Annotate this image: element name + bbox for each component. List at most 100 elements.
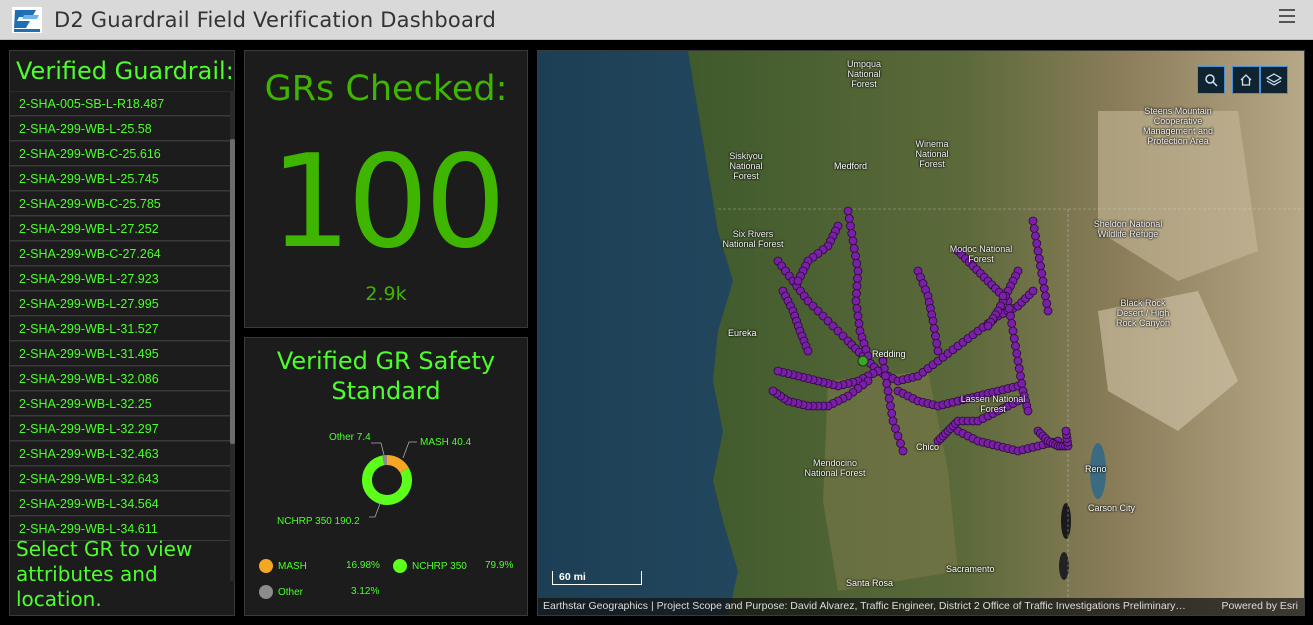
guardrail-point[interactable] [891, 424, 900, 433]
page-title: D2 Guardrail Field Verification Dashboar… [54, 7, 497, 32]
list-item[interactable]: 2-SHA-299-WB-L-31.495 [10, 341, 230, 366]
guardrail-point[interactable] [851, 251, 860, 261]
guardrail-point[interactable] [1017, 379, 1027, 388]
guardrail-point[interactable] [852, 259, 862, 268]
guardrail-point[interactable] [1039, 284, 1049, 293]
list-item[interactable]: 2-SHA-299-WB-L-25.58 [10, 116, 230, 141]
guardrail-point[interactable] [1036, 261, 1045, 271]
list-item[interactable]: 2-SHA-299-WB-L-31.527 [10, 316, 230, 341]
layers-icon [1266, 73, 1282, 86]
list-item[interactable]: 2-SHA-299-WB-L-27.252 [10, 216, 230, 241]
guardrail-point[interactable] [852, 289, 861, 298]
hamburger-menu-icon[interactable] [1279, 9, 1295, 29]
guardrail-point[interactable] [1028, 286, 1038, 296]
guardrail-point[interactable] [1061, 426, 1071, 436]
verified-guardrail-point[interactable] [857, 355, 869, 367]
guardrail-point[interactable] [898, 446, 908, 456]
guardrail-point[interactable] [1041, 291, 1050, 301]
map-attribution: Earthstar Geographics | Project Scope an… [538, 598, 1304, 615]
guardrail-point[interactable] [1038, 276, 1048, 286]
guardrail-point[interactable] [881, 371, 890, 381]
map-view[interactable]: Umpqua National Forest Steens Mountain C… [537, 50, 1305, 616]
guardrail-point[interactable] [998, 291, 1008, 301]
list-scrollbar-thumb[interactable] [230, 139, 235, 444]
guardrail-point[interactable] [983, 321, 993, 331]
map-layers-button[interactable] [1260, 66, 1288, 94]
guardrail-point[interactable] [888, 416, 898, 426]
guardrail-point[interactable] [1007, 319, 1017, 328]
map-search-button[interactable] [1197, 66, 1225, 94]
list-item[interactable]: 2-SHA-299-WB-L-27.923 [10, 266, 230, 291]
list-item[interactable]: 2-SHA-299-WB-L-32.297 [10, 416, 230, 441]
list-item[interactable]: 2-SHA-299-WB-C-27.264 [10, 241, 230, 266]
guardrail-point[interactable] [886, 401, 895, 411]
guardrail-point[interactable] [853, 274, 862, 283]
guardrail-point[interactable] [1008, 326, 1018, 336]
guardrail-point[interactable] [1014, 364, 1024, 373]
guardrail-point[interactable] [1043, 306, 1053, 316]
list-scrollbar[interactable] [230, 91, 235, 581]
guardrail-point[interactable] [853, 311, 863, 321]
guardrail-point[interactable] [773, 366, 783, 376]
legend-item-nchrp[interactable]: NCHRP 350 [393, 559, 467, 573]
guardrail-point[interactable] [928, 316, 938, 326]
guardrail-point[interactable] [854, 319, 864, 328]
list-item[interactable]: 2-SHA-299-WB-L-32.086 [10, 366, 230, 391]
legend-label-other: Other [278, 586, 304, 598]
list-item[interactable]: 2-SHA-299-WB-C-25.785 [10, 191, 230, 216]
guardrail-point[interactable] [933, 346, 943, 356]
guardrail-point[interactable] [893, 431, 903, 441]
guardrail-point[interactable] [843, 206, 853, 216]
guardrail-point[interactable] [1042, 299, 1052, 308]
list-item[interactable]: 2-SHA-299-WB-L-32.643 [10, 466, 230, 491]
list-item[interactable]: 2-SHA-299-WB-C-25.616 [10, 141, 230, 166]
legend-item-mash[interactable]: MASH [259, 559, 307, 573]
guardrail-point[interactable] [803, 346, 813, 356]
guardrail-point[interactable] [768, 386, 778, 396]
guardrail-point[interactable] [1013, 356, 1023, 366]
guardrail-point[interactable] [844, 214, 854, 223]
guardrail-point[interactable] [1009, 334, 1019, 343]
guardrail-point[interactable] [853, 266, 863, 276]
guardrail-point[interactable] [1031, 231, 1040, 241]
donut-chart[interactable]: Other 7.4 MASH 40.4 NCHRP 350 190.2 [245, 423, 529, 533]
powered-by-esri[interactable]: Powered by Esri [1222, 598, 1298, 615]
list-item[interactable]: 2-SHA-299-WB-L-32.463 [10, 441, 230, 466]
legend-label-nchrp: NCHRP 350 [412, 560, 467, 572]
guardrail-point[interactable] [851, 296, 861, 306]
list-item[interactable]: 2-SHA-299-WB-L-34.564 [10, 491, 230, 516]
guardrail-point[interactable] [929, 324, 939, 333]
guardrail-point[interactable] [1016, 371, 1025, 381]
guardrail-point[interactable] [848, 236, 858, 246]
guardrail-point[interactable] [1037, 269, 1047, 278]
guardrail-point[interactable] [852, 304, 862, 313]
legend-item-other[interactable]: Other [259, 585, 303, 599]
list-item[interactable]: 2-SHA-299-WB-L-25.745 [10, 166, 230, 191]
safety-standard-chart-panel: Verified GR Safety Standard Other 7.4 MAS… [244, 337, 528, 616]
guardrail-point[interactable] [847, 229, 857, 238]
guardrail-point[interactable] [852, 281, 862, 291]
guardrail-point[interactable] [896, 439, 905, 448]
guardrail-point[interactable] [846, 221, 855, 231]
list-item[interactable]: 2-SHA-299-WB-L-27.995 [10, 291, 230, 316]
guardrail-point[interactable] [849, 244, 859, 253]
guardrail-point[interactable] [1012, 349, 1022, 358]
guardrail-point[interactable] [932, 339, 942, 348]
guardrail-point[interactable] [1028, 216, 1038, 226]
guardrail-point[interactable] [887, 409, 897, 418]
map-home-button[interactable] [1232, 66, 1260, 94]
list-item[interactable]: 2-SHA-299-WB-L-32.25 [10, 391, 230, 416]
guardrail-point[interactable] [1032, 239, 1042, 248]
guardrail-point[interactable] [1004, 304, 1014, 313]
guardrail-point[interactable] [1034, 254, 1044, 263]
list-item[interactable]: 2-SHA-005-SB-L-R18.487 [10, 91, 230, 116]
guardrail-point[interactable] [1006, 311, 1015, 321]
guardrail-point[interactable] [793, 276, 803, 286]
guardrail-point[interactable] [1029, 224, 1039, 233]
guardrail-point[interactable] [884, 394, 894, 403]
guardrail-point[interactable] [931, 331, 940, 341]
guardrail-point[interactable] [1011, 341, 1020, 351]
guardrail-point[interactable] [882, 379, 892, 388]
guardrail-point[interactable] [1033, 246, 1043, 256]
guardrail-point[interactable] [883, 386, 893, 396]
